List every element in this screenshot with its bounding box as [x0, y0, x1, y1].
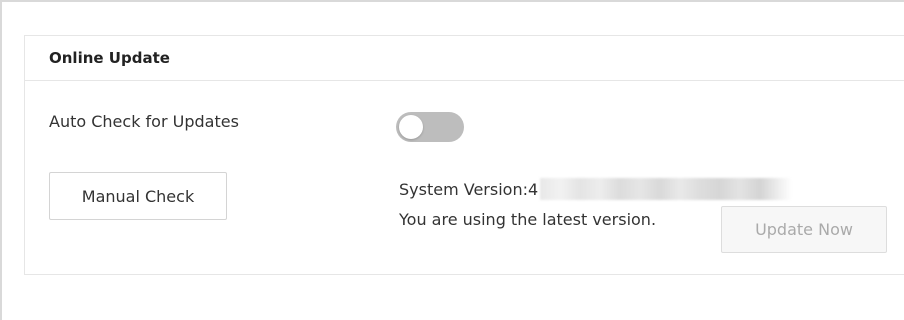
system-version-label: System Version:	[399, 179, 528, 199]
page-frame: Online Update Auto Check for Updates Man…	[0, 0, 904, 320]
panel-title: Online Update	[49, 49, 170, 67]
system-version: System Version: 4	[399, 178, 793, 200]
redacted-version-blur	[540, 178, 793, 200]
auto-check-toggle[interactable]	[396, 112, 464, 142]
version-status-text: You are using the latest version.	[399, 210, 657, 229]
panel-header: Online Update	[25, 36, 904, 81]
manual-check-button[interactable]: Manual Check	[49, 172, 227, 220]
system-version-value: 4	[527, 179, 539, 199]
online-update-panel: Online Update Auto Check for Updates Man…	[24, 35, 904, 275]
auto-check-label: Auto Check for Updates	[49, 112, 239, 131]
toggle-knob	[399, 115, 423, 139]
update-now-button[interactable]: Update Now	[721, 206, 887, 253]
